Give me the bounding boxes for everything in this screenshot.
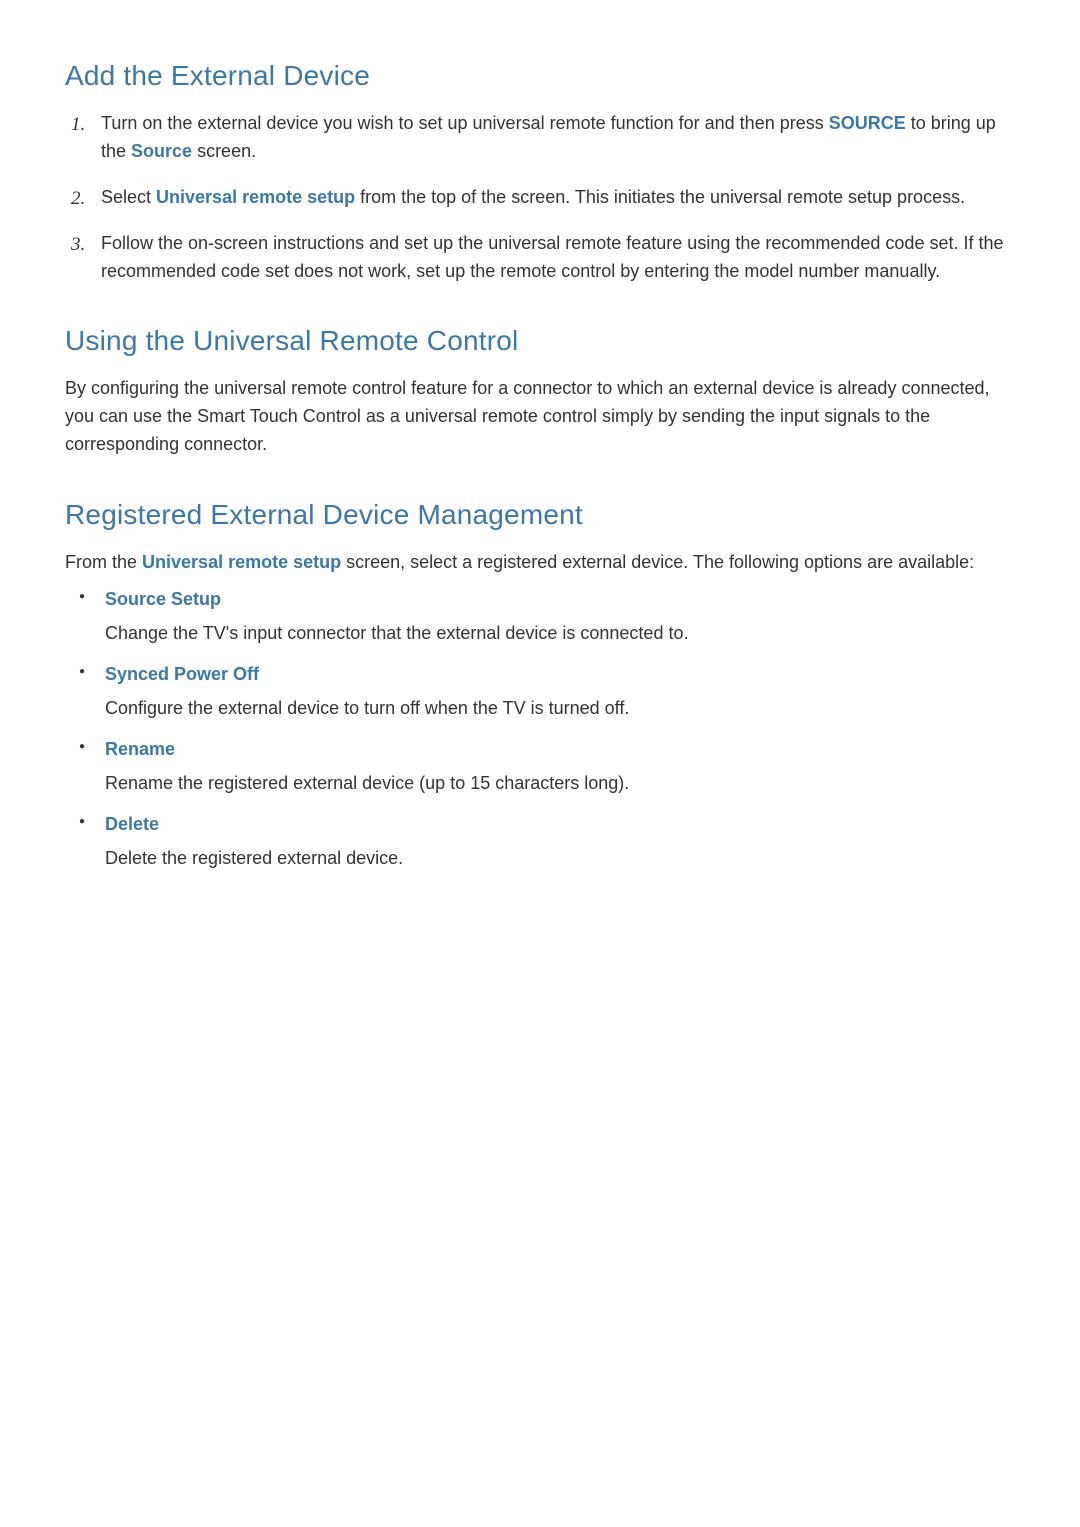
step-3: Follow the on-screen instructions and se… <box>65 230 1015 286</box>
section-using-universal-remote: Using the Universal Remote Control By co… <box>65 325 1015 459</box>
option-synced-power-off: Synced Power Off Configure the external … <box>79 664 1015 723</box>
heading-using-universal-remote: Using the Universal Remote Control <box>65 325 1015 357</box>
option-rename: Rename Rename the registered external de… <box>79 739 1015 798</box>
option-title-synced-power-off: Synced Power Off <box>105 664 1015 685</box>
keyword-source-button: SOURCE <box>829 113 906 133</box>
keyword-source-screen: Source <box>131 141 192 161</box>
heading-registered-device-management: Registered External Device Management <box>65 499 1015 531</box>
option-title-rename: Rename <box>105 739 1015 760</box>
option-delete: Delete Delete the registered external de… <box>79 814 1015 873</box>
steps-list: Turn on the external device you wish to … <box>65 110 1015 285</box>
keyword-universal-remote-setup: Universal remote setup <box>156 187 355 207</box>
option-title-source-setup: Source Setup <box>105 589 1015 610</box>
step-1: Turn on the external device you wish to … <box>65 110 1015 166</box>
option-desc-rename: Rename the registered external device (u… <box>105 770 1015 798</box>
options-list: Source Setup Change the TV's input conne… <box>79 589 1015 873</box>
option-desc-source-setup: Change the TV's input connector that the… <box>105 620 1015 648</box>
section-add-external-device: Add the External Device Turn on the exte… <box>65 60 1015 285</box>
heading-add-external-device: Add the External Device <box>65 60 1015 92</box>
section-registered-device-management: Registered External Device Management Fr… <box>65 499 1015 872</box>
option-title-delete: Delete <box>105 814 1015 835</box>
option-source-setup: Source Setup Change the TV's input conne… <box>79 589 1015 648</box>
option-desc-synced-power-off: Configure the external device to turn of… <box>105 695 1015 723</box>
option-desc-delete: Delete the registered external device. <box>105 845 1015 873</box>
keyword-universal-remote-setup-2: Universal remote setup <box>142 552 341 572</box>
intro-registered-device-management: From the Universal remote setup screen, … <box>65 549 1015 577</box>
step-2: Select Universal remote setup from the t… <box>65 184 1015 212</box>
paragraph-using-universal-remote: By configuring the universal remote cont… <box>65 375 1015 459</box>
